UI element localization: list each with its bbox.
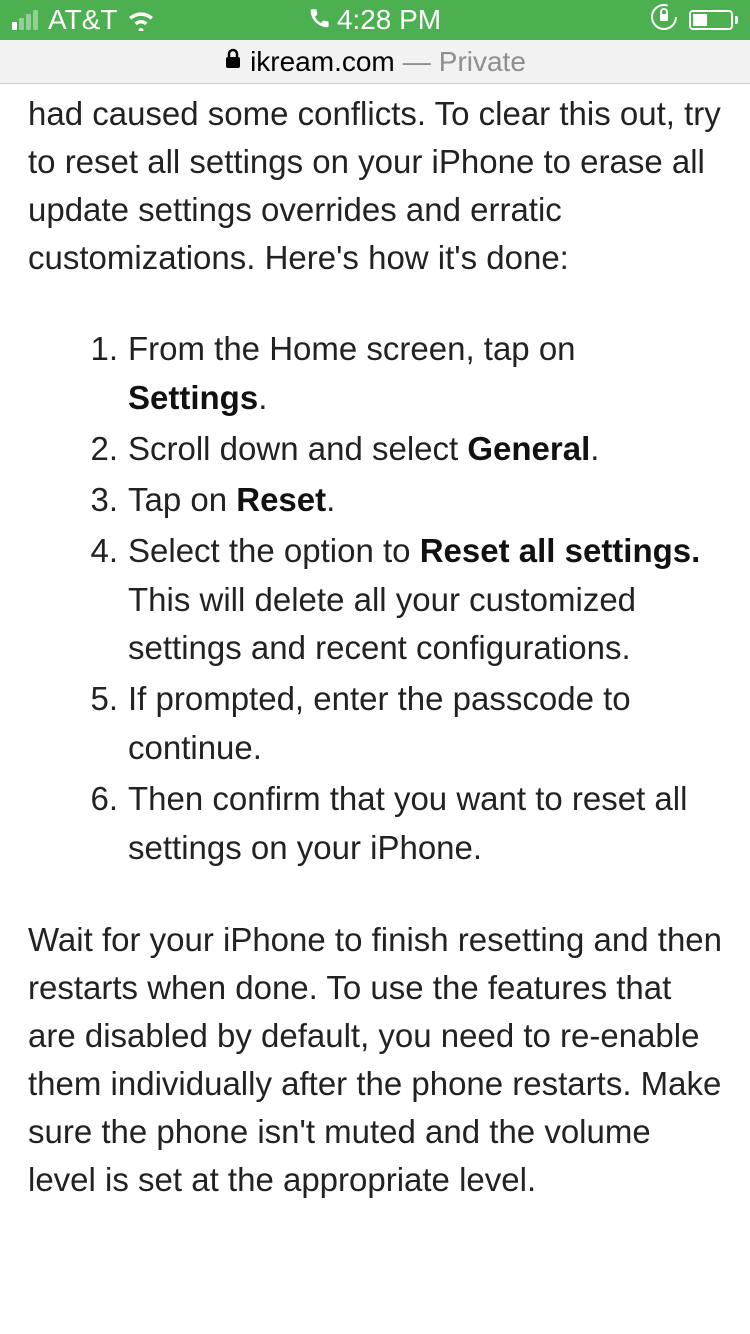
step-post: This will delete all your customized set… bbox=[128, 581, 636, 667]
lock-icon bbox=[224, 48, 242, 76]
clock-time: 4:28 PM bbox=[337, 4, 441, 36]
step-pre: Select the option to bbox=[128, 532, 420, 569]
step-number: 2. bbox=[82, 425, 118, 474]
rotation-lock-icon bbox=[649, 2, 679, 39]
step-number: 4. bbox=[82, 527, 118, 576]
private-label: Private bbox=[439, 46, 526, 78]
step-pre: Scroll down and select bbox=[128, 430, 467, 467]
signal-icon bbox=[12, 10, 38, 30]
step-post: . bbox=[590, 430, 599, 467]
list-item: 2. Scroll down and select General. bbox=[82, 425, 722, 474]
step-number: 6. bbox=[82, 775, 118, 824]
intro-paragraph: had caused some conflicts. To clear this… bbox=[28, 90, 722, 281]
status-center: 4:28 PM bbox=[309, 4, 441, 36]
status-bar: AT&T 4:28 PM bbox=[0, 0, 750, 40]
step-post: . bbox=[326, 481, 335, 518]
call-icon bbox=[309, 4, 331, 36]
list-item: 6. Then confirm that you want to reset a… bbox=[82, 775, 722, 873]
status-right bbox=[649, 2, 738, 39]
outro-paragraph: Wait for your iPhone to finish resetting… bbox=[28, 916, 722, 1203]
step-number: 1. bbox=[82, 325, 118, 374]
step-number: 5. bbox=[82, 675, 118, 724]
list-item: 3. Tap on Reset. bbox=[82, 476, 722, 525]
step-pre: Then confirm that you want to reset all … bbox=[128, 780, 687, 866]
step-pre: Tap on bbox=[128, 481, 236, 518]
step-bold: Settings bbox=[128, 379, 258, 416]
page-content[interactable]: had caused some conflicts. To clear this… bbox=[0, 90, 750, 1204]
carrier-label: AT&T bbox=[48, 4, 117, 36]
step-bold: General bbox=[467, 430, 590, 467]
step-number: 3. bbox=[82, 476, 118, 525]
step-pre: From the Home screen, tap on bbox=[128, 330, 576, 367]
list-item: 4. Select the option to Reset all settin… bbox=[82, 527, 722, 673]
battery-icon bbox=[689, 10, 738, 30]
steps-list: 1. From the Home screen, tap on Settings… bbox=[28, 325, 722, 872]
step-bold: Reset bbox=[236, 481, 326, 518]
url-separator: — bbox=[403, 46, 431, 78]
wifi-icon bbox=[127, 9, 155, 31]
status-left: AT&T bbox=[12, 4, 155, 36]
url-domain: ikream.com bbox=[250, 46, 395, 78]
step-post: . bbox=[258, 379, 267, 416]
list-item: 1. From the Home screen, tap on Settings… bbox=[82, 325, 722, 423]
list-item: 5. If prompted, enter the passcode to co… bbox=[82, 675, 722, 773]
step-bold: Reset all settings. bbox=[420, 532, 701, 569]
step-pre: If prompted, enter the passcode to conti… bbox=[128, 680, 631, 766]
address-bar[interactable]: ikream.com — Private bbox=[0, 40, 750, 84]
